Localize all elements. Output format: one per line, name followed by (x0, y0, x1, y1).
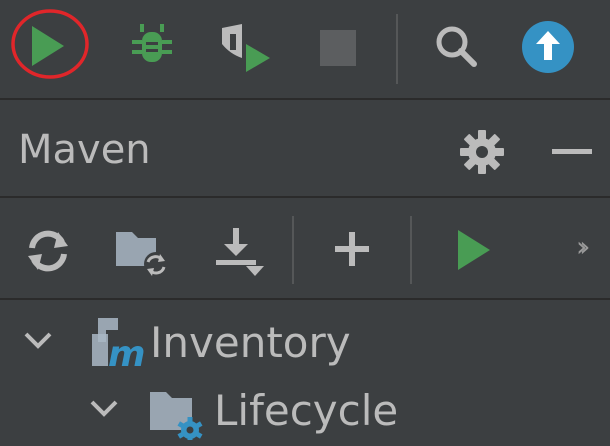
minimize-icon (552, 149, 592, 154)
tree-node-lifecycle[interactable]: Lifecycle (0, 376, 610, 446)
chevron-down-icon[interactable] (20, 322, 56, 358)
search-icon (436, 26, 477, 67)
add-icon (335, 232, 369, 266)
toolbar-separator (292, 216, 294, 284)
update-button[interactable] (516, 14, 580, 78)
tree-node-label: Lifecycle (214, 386, 399, 435)
maven-toolbar: ›› (0, 198, 610, 300)
run-icon (458, 230, 490, 270)
download-icon (216, 228, 264, 276)
run-toolbar (0, 0, 610, 100)
toolbar-separator (396, 14, 398, 84)
hide-button[interactable] (548, 128, 596, 176)
chevron-down-icon[interactable] (86, 390, 122, 426)
update-icon (522, 21, 574, 73)
toolbar-separator (410, 216, 412, 284)
reload-button[interactable] (18, 220, 78, 280)
panel-title: Maven (18, 127, 151, 173)
svg-text:m: m (108, 334, 146, 372)
run-with-coverage-icon (222, 24, 270, 72)
maven-module-icon: m (92, 318, 146, 372)
download-button[interactable] (206, 220, 266, 280)
stop-button[interactable] (306, 14, 370, 78)
generate-sources-button[interactable] (110, 220, 170, 280)
search-button[interactable] (424, 14, 488, 78)
tree-node-label: Inventory (150, 318, 351, 367)
gear-icon (460, 130, 504, 174)
maven-panel-header: Maven (0, 100, 610, 198)
run-with-coverage-button[interactable] (212, 14, 276, 78)
debug-icon (132, 24, 172, 62)
more-chevrons-icon[interactable]: ›› (576, 230, 591, 263)
highlight-circle (11, 9, 89, 79)
lifecycle-folder-icon (150, 392, 203, 440)
run-maven-build-button[interactable] (444, 220, 504, 280)
tree-node-inventory[interactable]: m Inventory (0, 308, 610, 378)
reload-icon (28, 230, 68, 272)
stop-icon (320, 30, 356, 66)
run-button[interactable] (11, 9, 89, 79)
debug-button[interactable] (120, 14, 184, 78)
folder-refresh-icon (116, 232, 168, 276)
add-button[interactable] (322, 220, 382, 280)
maven-project-tree: m Inventory Lifecycle (0, 300, 610, 446)
settings-button[interactable] (458, 128, 506, 176)
